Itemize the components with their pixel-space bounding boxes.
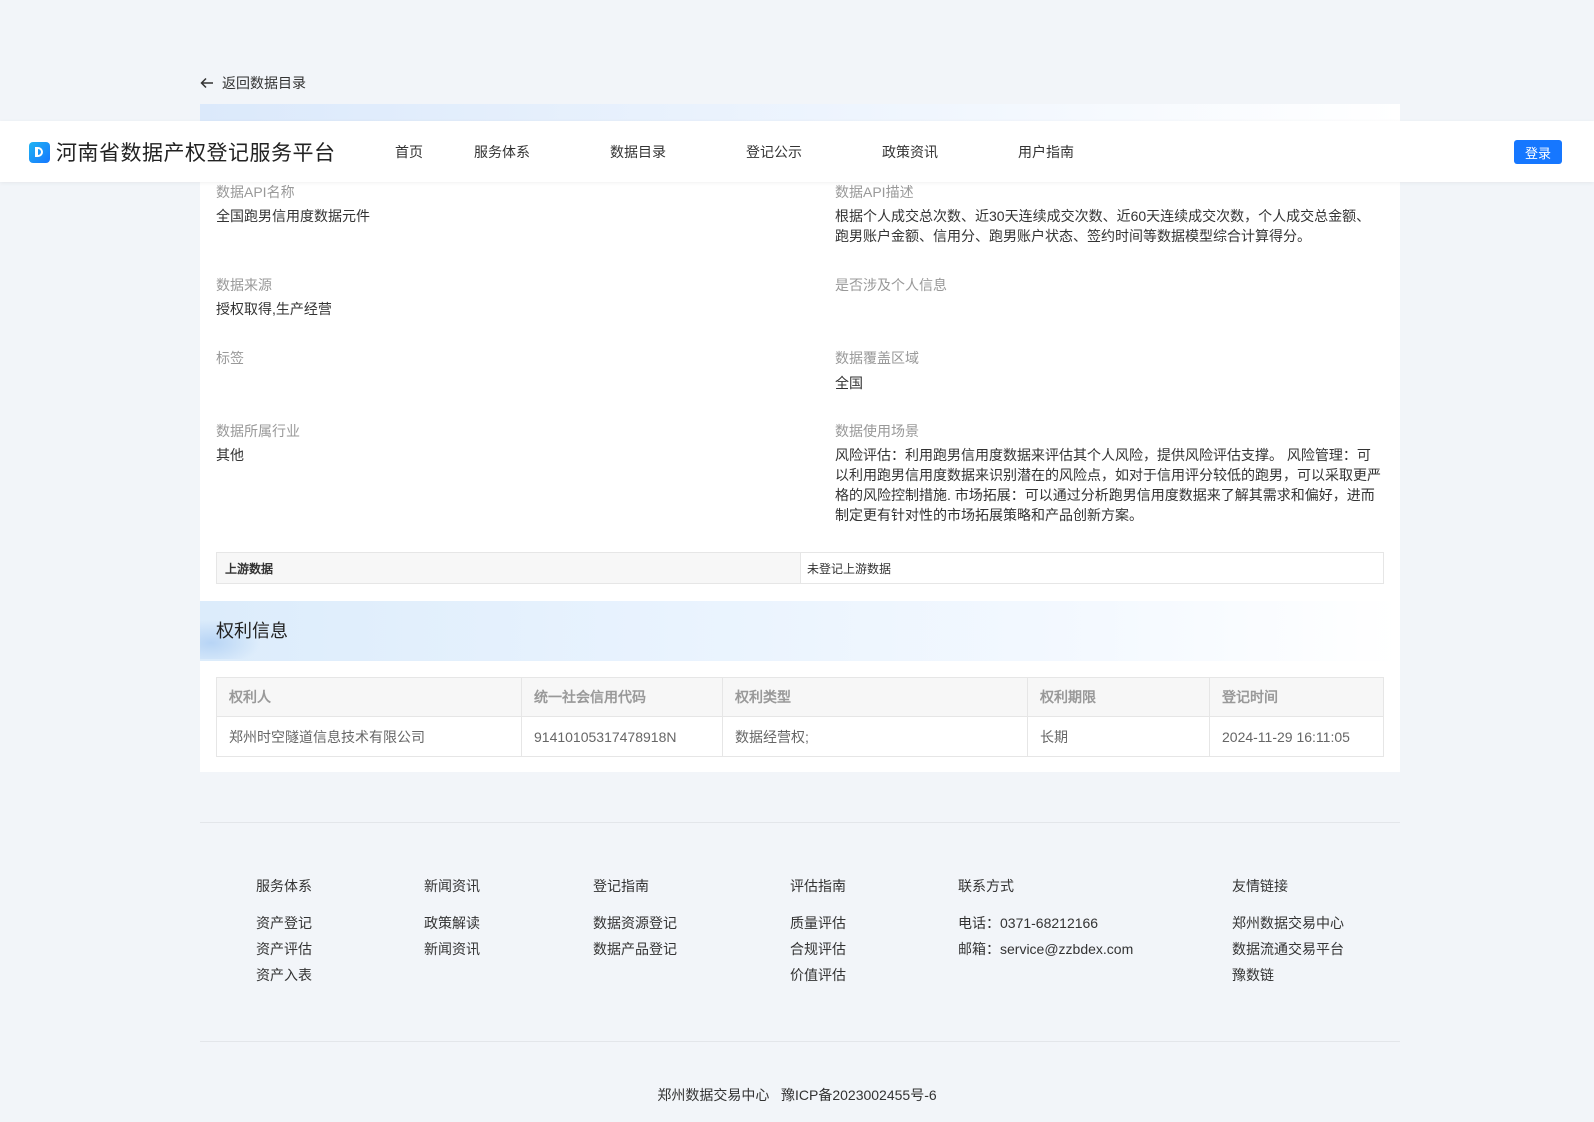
footer-link[interactable]: 新闻资讯 <box>424 936 480 962</box>
table-row: 郑州时空隧道信息技术有限公司 91410105317478918N 数据经营权;… <box>216 716 1384 757</box>
nav-user-guide[interactable]: 用户指南 <box>1018 142 1074 162</box>
footer-col-title: 服务体系 <box>256 878 312 894</box>
footer-divider-top <box>200 822 1400 823</box>
col-rights-term: 权利期限 <box>1027 677 1210 717</box>
footer-link[interactable]: 豫数链 <box>1232 962 1344 988</box>
cell-credit-code: 91410105317478918N <box>521 716 723 757</box>
footer-divider-bottom <box>200 1041 1400 1042</box>
source-label: 数据来源 <box>216 277 272 293</box>
back-link-label: 返回数据目录 <box>222 75 306 91</box>
back-to-catalog-link[interactable]: 返回数据目录 <box>200 73 306 93</box>
nav-services[interactable]: 服务体系 <box>474 142 530 162</box>
api-name-label: 数据API名称 <box>216 184 295 200</box>
footer-link[interactable]: 价值评估 <box>790 962 846 988</box>
rights-table: 权利人 统一社会信用代码 权利类型 权利期限 登记时间 郑州时空隧道信息技术有限… <box>216 677 1384 757</box>
nav-policy-news[interactable]: 政策资讯 <box>882 142 938 162</box>
logo-icon <box>29 141 50 163</box>
footer-col-title: 评估指南 <box>790 878 846 894</box>
cell-registration-time: 2024-11-29 16:11:05 <box>1209 716 1384 757</box>
footer-link[interactable]: 资产入表 <box>256 962 312 988</box>
col-rights-holder: 权利人 <box>216 677 522 717</box>
footer-link[interactable]: 合规评估 <box>790 936 846 962</box>
api-desc-label: 数据API描述 <box>835 184 914 200</box>
footer-col-title: 友情链接 <box>1232 878 1288 894</box>
col-credit-code: 统一社会信用代码 <box>521 677 723 717</box>
login-button[interactable]: 登录 <box>1514 140 1562 164</box>
cell-rights-holder: 郑州时空隧道信息技术有限公司 <box>216 716 522 757</box>
col-registration-time: 登记时间 <box>1209 677 1384 717</box>
footer-link[interactable]: 数据产品登记 <box>593 936 677 962</box>
main-nav: 首页 服务体系 数据目录 登记公示 政策资讯 用户指南 <box>395 121 1074 182</box>
footer-link[interactable]: 资产评估 <box>256 936 312 962</box>
cell-rights-type: 数据经营权; <box>722 716 1028 757</box>
logo-text: 河南省数据产权登记服务平台 <box>56 142 336 165</box>
footer-link[interactable]: 数据流通交易平台 <box>1232 936 1344 962</box>
footer-link[interactable]: 郑州数据交易中心 <box>1232 910 1344 936</box>
upstream-data-row: 上游数据 未登记上游数据 <box>216 552 1384 584</box>
contact-phone: 电话：0371-68212166 <box>958 915 1099 931</box>
nav-registration-notice[interactable]: 登记公示 <box>746 142 802 162</box>
footer-col-title: 登记指南 <box>593 878 649 894</box>
contact-email: 邮箱：service@zzbdex.com <box>958 941 1134 957</box>
scenario-label: 数据使用场景 <box>835 423 919 439</box>
cell-rights-term: 长期 <box>1027 716 1210 757</box>
top-navbar: 河南省数据产权登记服务平台 首页 服务体系 数据目录 登记公示 政策资讯 用户指… <box>0 121 1594 182</box>
scenario-value: 风险评估：利用跑男信用度数据来评估其个人风险，提供风险评估支撑。 风险管理：可以… <box>835 447 1381 523</box>
tags-label: 标签 <box>216 350 244 366</box>
nav-home[interactable]: 首页 <box>395 142 423 162</box>
upstream-label: 上游数据 <box>217 553 801 583</box>
rights-section-title: 权利信息 <box>216 621 288 641</box>
footer-col-contact: 联系方式 电话：0371-68212166 邮箱：service@zzbdex.… <box>958 876 1133 962</box>
footer-link[interactable]: 质量评估 <box>790 910 846 936</box>
footer-col-registration-guide: 登记指南 数据资源登记 数据产品登记 <box>593 876 677 962</box>
footer-col-services: 服务体系 资产登记 资产评估 资产入表 <box>256 876 312 988</box>
footer-link[interactable]: 资产登记 <box>256 910 312 936</box>
personal-info-label: 是否涉及个人信息 <box>835 277 947 293</box>
footer-col-friend-links: 友情链接 郑州数据交易中心 数据流通交易平台 豫数链 <box>1232 876 1344 988</box>
footer-col-title: 联系方式 <box>958 878 1014 894</box>
rights-table-header: 权利人 统一社会信用代码 权利类型 权利期限 登记时间 <box>216 677 1384 717</box>
api-name-value: 全国跑男信用度数据元件 <box>216 208 370 224</box>
copyright-text: 郑州数据交易中心 豫ICP备2023002455号-6 <box>657 1087 937 1103</box>
nav-data-catalog[interactable]: 数据目录 <box>610 142 666 162</box>
rights-section-band <box>200 601 1400 661</box>
industry-value: 其他 <box>216 447 244 463</box>
coverage-value: 全国 <box>835 375 863 391</box>
col-rights-type: 权利类型 <box>722 677 1028 717</box>
upstream-value: 未登记上游数据 <box>807 561 892 576</box>
detail-card <box>200 104 1400 772</box>
api-desc-value: 根据个人成交总次数、近30天连续成交次数、近60天连续成交次数，个人成交总金额、… <box>835 208 1371 244</box>
coverage-label: 数据覆盖区域 <box>835 350 919 366</box>
arrow-left-icon <box>200 77 213 89</box>
source-value: 授权取得,生产经营 <box>216 301 332 317</box>
site-logo[interactable]: 河南省数据产权登记服务平台 <box>29 137 336 167</box>
footer-col-news: 新闻资讯 政策解读 新闻资讯 <box>424 876 480 962</box>
industry-label: 数据所属行业 <box>216 423 300 439</box>
footer-link[interactable]: 政策解读 <box>424 910 480 936</box>
footer-col-evaluation-guide: 评估指南 质量评估 合规评估 价值评估 <box>790 876 846 988</box>
footer-link[interactable]: 数据资源登记 <box>593 910 677 936</box>
footer-col-title: 新闻资讯 <box>424 878 480 894</box>
